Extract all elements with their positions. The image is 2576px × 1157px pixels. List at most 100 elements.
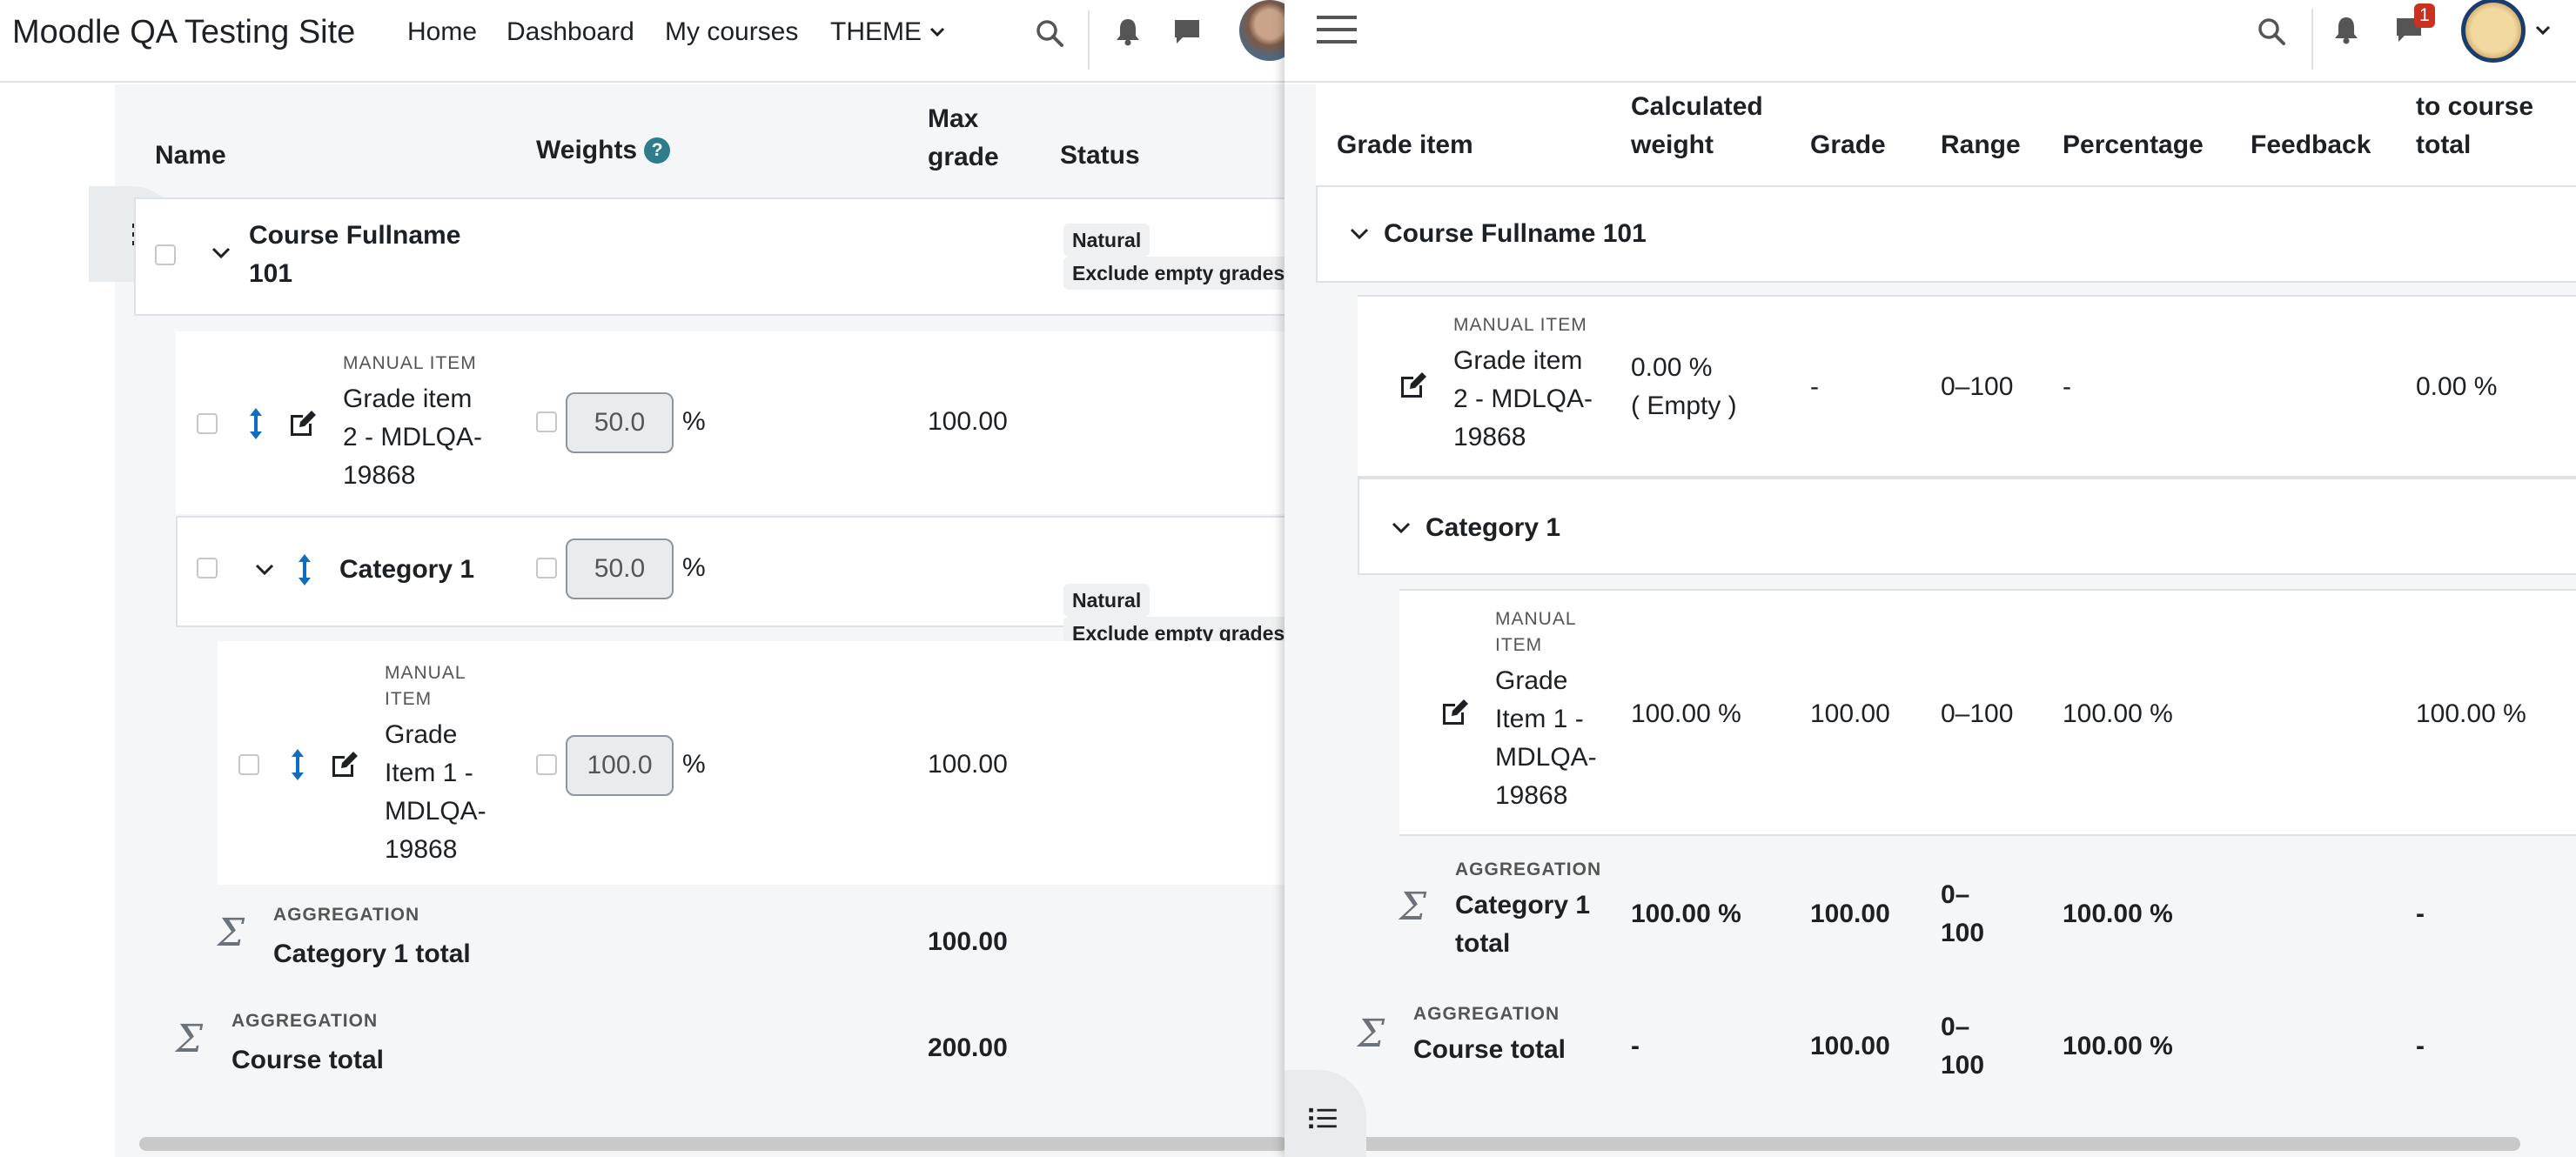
range-value-2: 100 bbox=[1941, 919, 1985, 947]
calc-weight: 100.00 % bbox=[1631, 699, 1741, 728]
course-total-max-grade: 200.00 bbox=[928, 1033, 1008, 1062]
chevron-down-icon[interactable] bbox=[2534, 24, 2552, 37]
item-name-3[interactable]: MDLQA- bbox=[385, 793, 486, 831]
header-grade: Grade bbox=[1810, 130, 1886, 159]
select-checkbox[interactable] bbox=[238, 754, 259, 775]
edit-icon[interactable] bbox=[329, 749, 360, 780]
header-weights-label: Weights bbox=[536, 136, 638, 164]
nav-theme-label: THEME bbox=[830, 17, 922, 46]
move-icon[interactable] bbox=[247, 406, 265, 441]
item-name-4: 19868 bbox=[1495, 781, 1568, 810]
grader-report-content: Name Weights ? Max grade Status Course F… bbox=[89, 84, 1288, 1157]
item-name-1[interactable]: Grade bbox=[385, 716, 457, 754]
horizontal-scrollbar[interactable] bbox=[139, 1137, 1288, 1151]
item-name-2[interactable]: Item 1 - bbox=[385, 754, 473, 793]
percentage-value: 100.00 % bbox=[2063, 900, 2173, 928]
item-name-3: MDLQA- bbox=[1495, 743, 1597, 772]
sigma-icon: Σ bbox=[218, 911, 245, 955]
course-total-name: Course total bbox=[1413, 1035, 1566, 1064]
header-percentage: Percentage bbox=[2063, 130, 2204, 159]
select-checkbox[interactable] bbox=[197, 558, 218, 578]
range-value-1: 0– bbox=[1941, 1013, 1970, 1041]
site-name[interactable]: Moodle QA Testing Site bbox=[12, 14, 355, 51]
item-name-1: Grade bbox=[1495, 666, 1568, 695]
weight-input[interactable]: 100.0 bbox=[566, 735, 674, 796]
user-report-content: Grade item Calculated weight Grade Range… bbox=[1285, 84, 2576, 1157]
max-grade-value: 100.00 bbox=[928, 750, 1008, 779]
item-type-2: ITEM bbox=[385, 689, 433, 709]
search-icon[interactable] bbox=[2254, 14, 2289, 49]
sigma-icon: Σ bbox=[1399, 885, 1427, 929]
nav-my-courses[interactable]: My courses bbox=[665, 17, 798, 47]
nav-home[interactable]: Home bbox=[407, 17, 477, 47]
weight-input[interactable]: 50.0 bbox=[566, 392, 674, 453]
select-checkbox[interactable] bbox=[197, 413, 218, 434]
nav-theme[interactable]: THEME bbox=[830, 17, 946, 47]
search-icon[interactable] bbox=[1032, 16, 1067, 50]
percentage-value: - bbox=[2063, 372, 2071, 401]
message-count-badge: 1 bbox=[2414, 3, 2435, 28]
hamburger-icon[interactable] bbox=[1316, 12, 1358, 47]
weight-unit: % bbox=[682, 750, 706, 779]
category-total-name-2: total bbox=[1455, 929, 1511, 958]
navbar-divider bbox=[1088, 10, 1090, 70]
range-value-2: 100 bbox=[1941, 1051, 1985, 1080]
sigma-icon: Σ bbox=[176, 1017, 204, 1061]
user-avatar[interactable] bbox=[2461, 0, 2526, 63]
status-badge-natural: Natural bbox=[1063, 584, 1150, 617]
category-total-name: Category 1 total bbox=[273, 940, 471, 968]
edit-icon[interactable] bbox=[287, 408, 319, 439]
status-badge-exclude: Exclude empty grades bbox=[1063, 257, 1288, 290]
select-checkbox[interactable] bbox=[155, 244, 176, 265]
status-badge-natural: Natural bbox=[1063, 224, 1150, 257]
header-range: Range bbox=[1941, 130, 2021, 159]
item-name-2: 2 - MDLQA- bbox=[1453, 385, 1593, 413]
nav-dashboard[interactable]: Dashboard bbox=[506, 17, 634, 47]
weight-unit: % bbox=[682, 407, 706, 436]
grade-item-row bbox=[218, 641, 1288, 885]
chevron-down-icon[interactable] bbox=[1349, 227, 1370, 241]
move-icon[interactable] bbox=[289, 747, 306, 782]
header-grade-item: Grade item bbox=[1337, 130, 1473, 159]
chat-icon[interactable] bbox=[1170, 14, 1204, 49]
header-max-grade-1: Max bbox=[928, 104, 979, 133]
weight-override-checkbox[interactable] bbox=[536, 754, 557, 775]
course-total-name: Course total bbox=[231, 1046, 385, 1074]
item-type: MANUAL ITEM bbox=[1453, 315, 1587, 335]
category-total-max-grade: 100.00 bbox=[928, 927, 1008, 956]
grade-value: 100.00 bbox=[1810, 900, 1890, 928]
edit-icon[interactable] bbox=[1398, 370, 1429, 401]
aggregation-label: AGGREGATION bbox=[1413, 1004, 1560, 1024]
item-name-3[interactable]: 19868 bbox=[343, 457, 415, 495]
range-value-1: 0– bbox=[1941, 880, 1970, 909]
help-icon[interactable]: ? bbox=[644, 137, 671, 164]
bell-icon[interactable] bbox=[1110, 14, 1145, 49]
index-drawer-toggle[interactable] bbox=[1285, 1070, 1366, 1157]
course-name: Course Fullname 101 bbox=[1384, 219, 1647, 248]
aggregation-label: AGGREGATION bbox=[231, 1011, 379, 1031]
contrib-value: 0.00 % bbox=[2416, 372, 2498, 401]
item-name-2[interactable]: 2 - MDLQA- bbox=[343, 418, 482, 457]
horizontal-scrollbar[interactable] bbox=[1319, 1137, 2520, 1151]
item-name-1[interactable]: Grade item bbox=[343, 380, 472, 418]
calc-weight: 100.00 % bbox=[1631, 900, 1741, 928]
grader-report-window: Moodle QA Testing Site Home Dashboard My… bbox=[0, 0, 1288, 1157]
top-navbar: 1 bbox=[1285, 0, 2576, 83]
category-total-name-1: Category 1 bbox=[1455, 891, 1591, 920]
chevron-down-icon[interactable] bbox=[211, 246, 231, 260]
weight-input[interactable]: 50.0 bbox=[566, 538, 674, 599]
edit-icon[interactable] bbox=[1439, 697, 1471, 728]
user-avatar[interactable] bbox=[1239, 0, 1288, 61]
item-name-4[interactable]: 19868 bbox=[385, 831, 457, 869]
header-weights: Weights ? bbox=[536, 131, 671, 170]
weight-override-checkbox[interactable] bbox=[536, 558, 557, 578]
move-icon[interactable] bbox=[296, 552, 313, 587]
chevron-down-icon[interactable] bbox=[254, 563, 275, 577]
contrib-value: 100.00 % bbox=[2416, 699, 2526, 728]
user-report-window: 1 Grade item Calculated weight Grade Ran… bbox=[1285, 0, 2576, 1157]
grade-value: 100.00 bbox=[1810, 1032, 1890, 1060]
weight-override-checkbox[interactable] bbox=[536, 411, 557, 432]
bell-icon[interactable] bbox=[2329, 12, 2364, 47]
grade-value: 100.00 bbox=[1810, 699, 1890, 728]
chevron-down-icon[interactable] bbox=[1391, 521, 1412, 535]
